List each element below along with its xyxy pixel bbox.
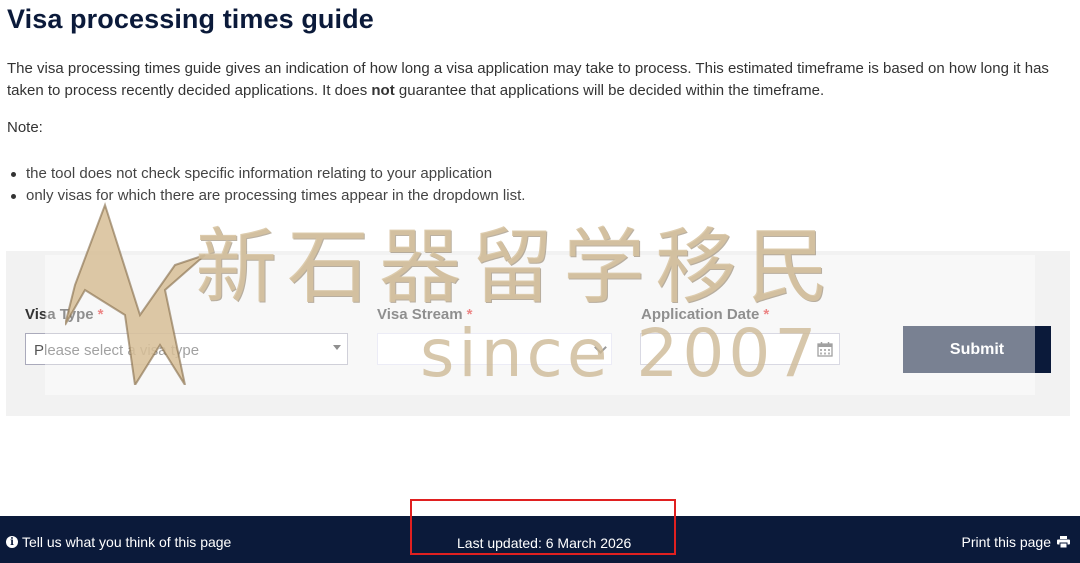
intro-paragraph: The visa processing times guide gives an…	[7, 58, 1073, 102]
note-item: only visas for which there are processin…	[10, 185, 525, 207]
feedback-link[interactable]: i Tell us what you think of this page	[6, 534, 231, 550]
caret-down-icon	[333, 345, 341, 350]
visa-type-select[interactable]: Please select a visa type	[25, 333, 348, 365]
print-link[interactable]: Print this page	[961, 534, 1070, 550]
page-title: Visa processing times guide	[7, 4, 374, 34]
submit-button[interactable]: Submit	[903, 326, 1051, 373]
visa-type-label: Visa Type *	[25, 306, 104, 323]
print-text: Print this page	[961, 534, 1052, 550]
required-marker: *	[763, 306, 770, 323]
page-footer: i Tell us what you think of this page La…	[0, 516, 1080, 563]
feedback-text: Tell us what you think of this page	[22, 534, 232, 550]
notes-list: the tool does not check specific informa…	[10, 163, 525, 207]
info-icon: i	[6, 536, 18, 548]
chevron-down-icon	[594, 341, 607, 354]
print-icon	[1057, 536, 1070, 548]
intro-text-end: guarantee that applications will be deci…	[394, 82, 825, 99]
calendar-icon[interactable]	[817, 341, 833, 357]
last-updated: Last updated: 6 March 2026	[457, 535, 632, 551]
intro-text-emphasis: not	[371, 82, 395, 99]
visa-stream-select[interactable]	[377, 333, 612, 365]
required-marker: *	[466, 306, 473, 323]
required-marker: *	[97, 306, 104, 323]
application-date-input[interactable]	[640, 333, 840, 365]
visa-stream-label: Visa Stream *	[377, 306, 473, 323]
note-label: Note:	[7, 119, 43, 136]
note-item: the tool does not check specific informa…	[10, 163, 525, 185]
visa-type-placeholder: Please select a visa type	[34, 342, 200, 359]
application-date-label: Application Date *	[641, 306, 770, 323]
